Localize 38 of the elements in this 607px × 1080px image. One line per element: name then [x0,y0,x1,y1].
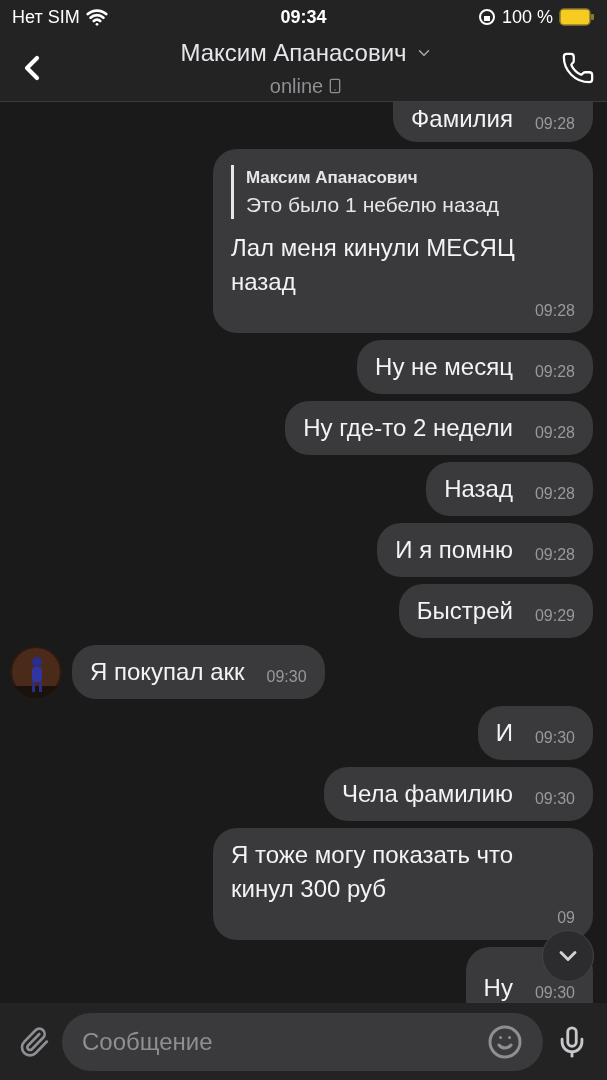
message-time: 09:29 [534,605,575,626]
message-time: 09:28 [534,544,575,565]
online-status: online [269,73,324,99]
message-time: 09:30 [534,982,575,1003]
contact-name[interactable]: Максим Апанасович [180,34,407,71]
message-text: И я помню [395,534,513,565]
message-text: Быстрей [416,595,513,626]
message-text: Ну не месяц [375,351,513,382]
message-time: 09:28 [534,300,575,321]
message-text: Я покупал акк [90,656,245,687]
message-text: И [495,717,513,748]
wifi-icon [85,6,108,28]
message-text: Я тоже могу показать что кинул 300 руб [231,839,515,904]
message-text: Ну где-то 2 недели [303,412,513,443]
rotation-lock-icon [477,8,496,26]
message-time: 09:28 [534,483,575,504]
reply-author: Максим Апанасович [246,167,419,189]
message-field[interactable]: Сообщение [62,1012,543,1071]
status-time: 09:34 [280,5,327,29]
battery-percent: 100 % [501,5,553,29]
call-icon[interactable] [561,50,595,85]
message-time: 09:30 [534,727,575,748]
message-time: 09:30 [266,666,307,687]
message-text: Ну [483,972,513,1003]
message-time: 09:30 [534,788,575,809]
battery-icon [559,8,595,26]
message-time: 09 [557,907,575,928]
message-text: Чела фамилию [341,778,513,809]
emoji-icon[interactable] [487,1023,523,1060]
message-text: Лал меня кинули МЕСЯЦ назад [231,232,516,297]
attach-icon[interactable] [18,1025,50,1058]
reply-text: Это было 1 небелю назад [246,191,500,218]
message-time: 09:28 [534,422,575,443]
carrier-label: Нет SIM [12,5,80,29]
message-text: Назад [444,473,513,504]
message-time: 09:28 [534,361,575,382]
message-time: 09:28 [534,114,575,134]
message-text: Фамилия [411,104,513,134]
